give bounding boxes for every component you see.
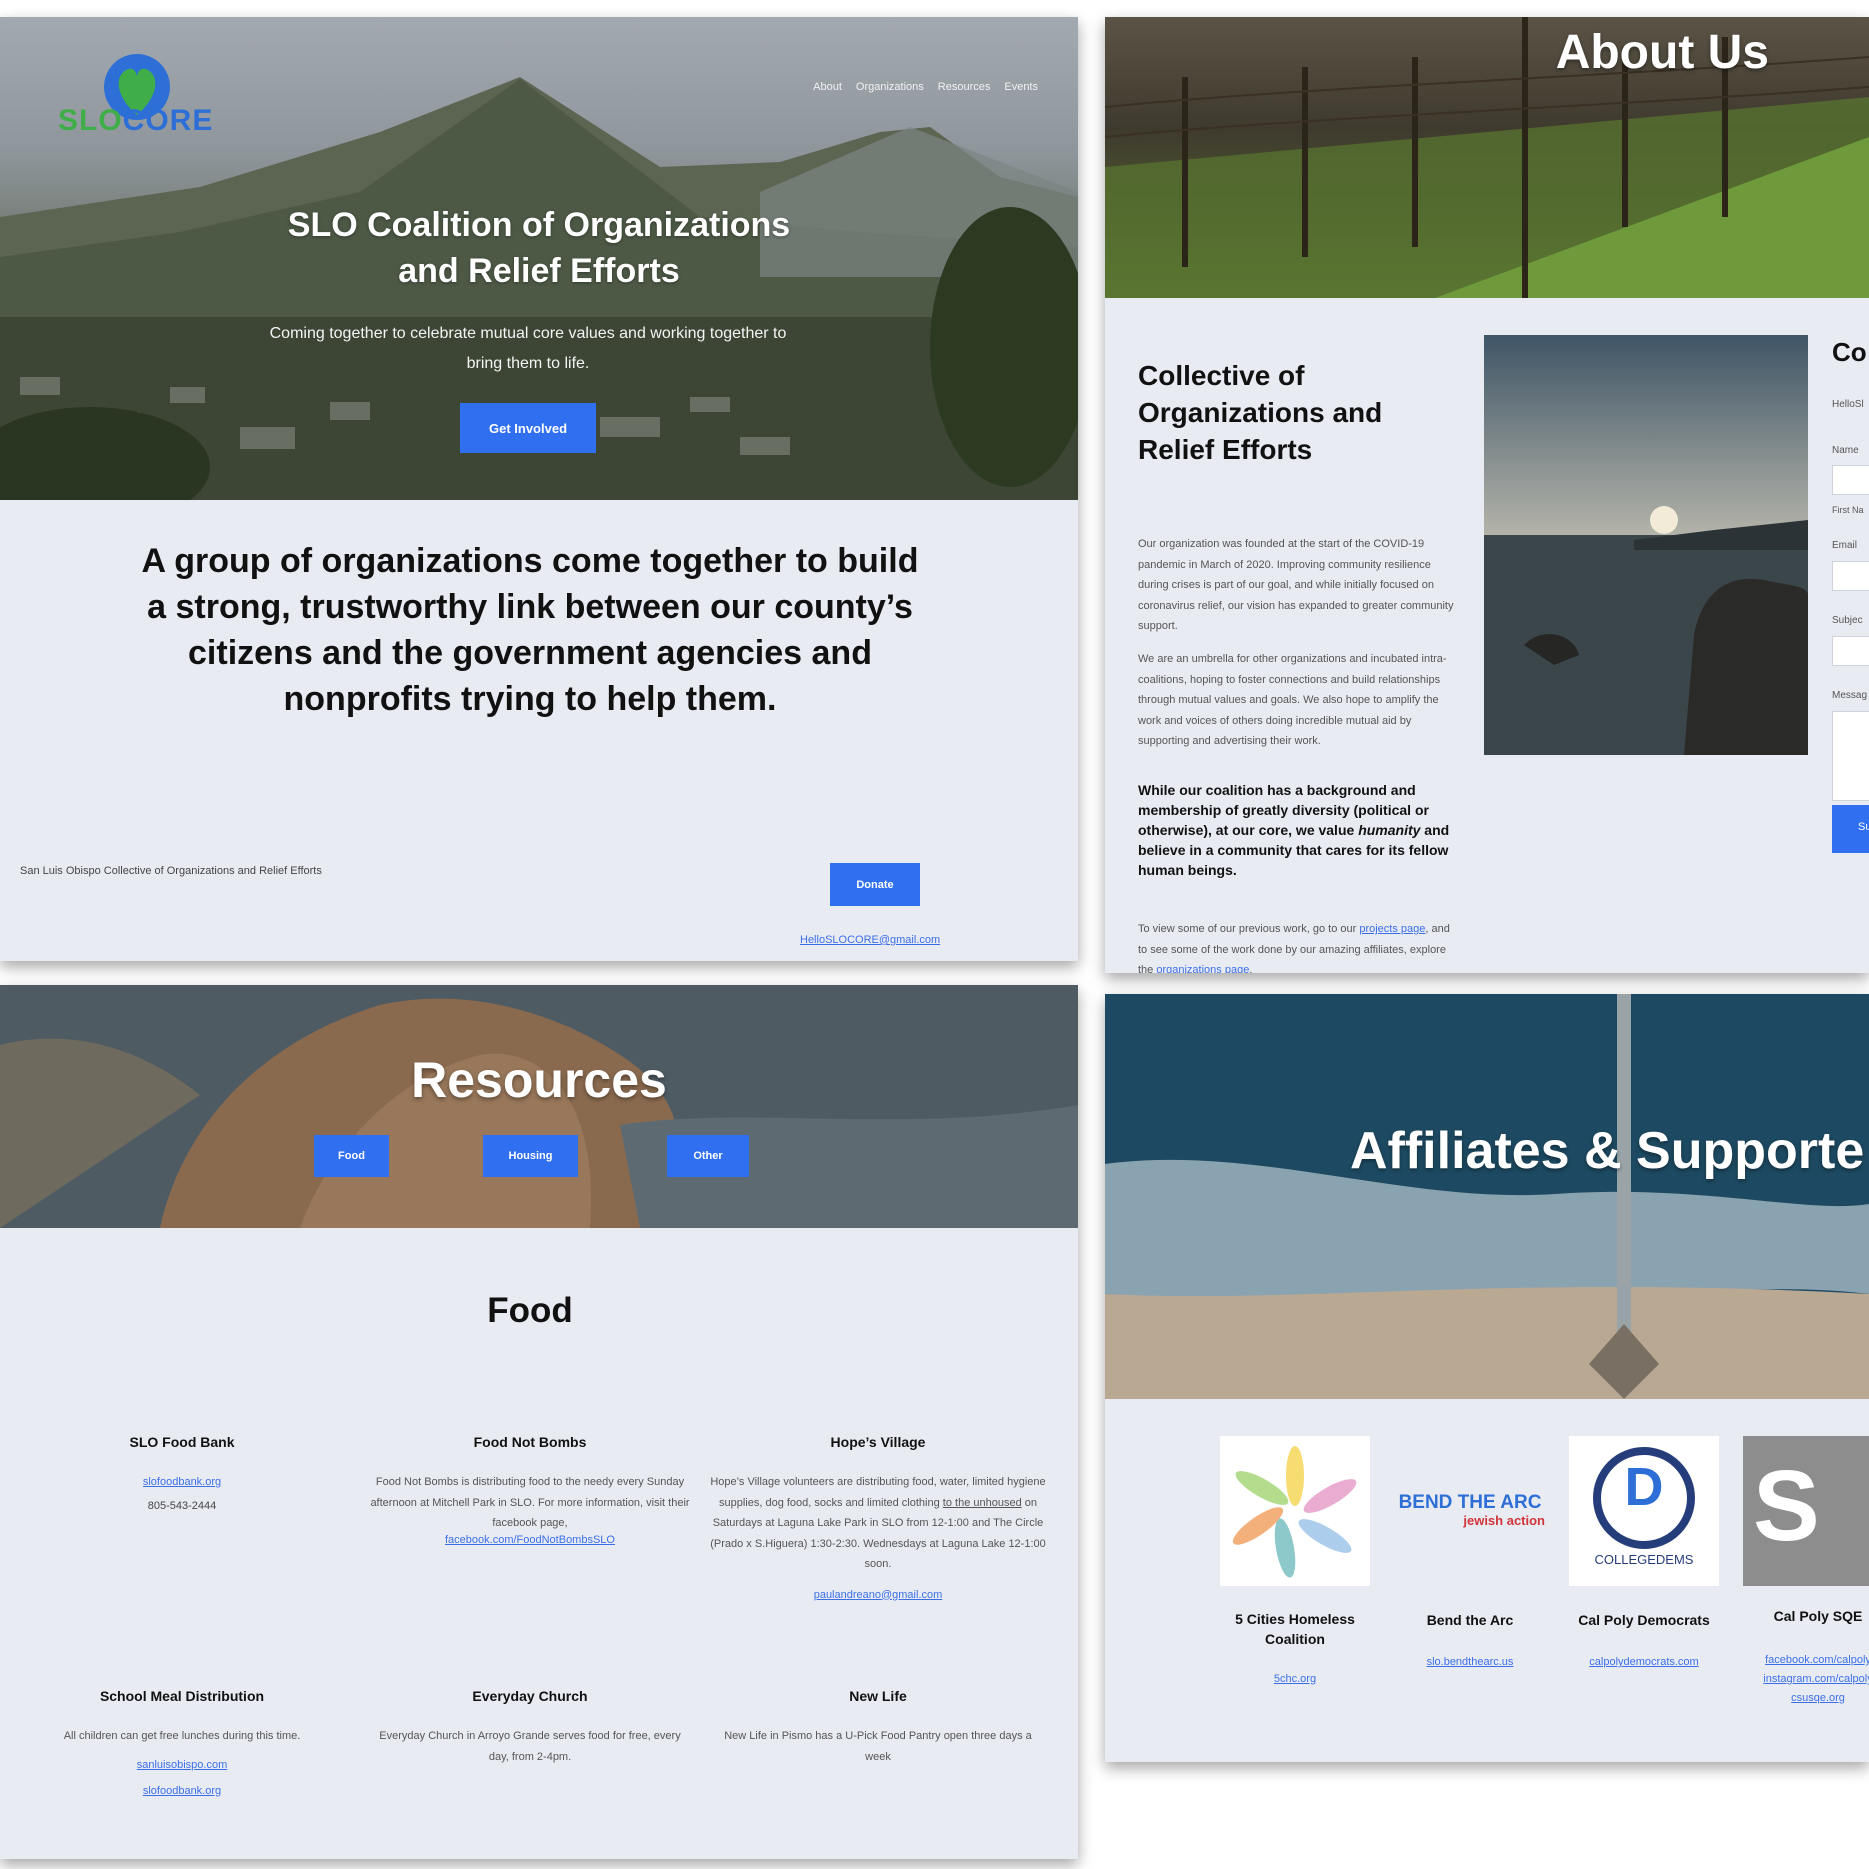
about-page-panel: About Us Collective of Organizations and…	[1105, 17, 1869, 973]
logo-top-text: BEND THE ARC	[1398, 1492, 1542, 1513]
about-heading: Collective of Organizations and Relief E…	[1138, 360, 1383, 465]
resource-name: Food Not Bombs	[473, 1434, 587, 1450]
affiliate-link-instagram[interactable]: instagram.com/calpoly	[1733, 1671, 1869, 1688]
resource-link[interactable]: slofoodbank.org	[12, 1476, 352, 1488]
logo-text: COLLEGEDEMS	[1594, 1552, 1694, 1567]
pier-aerial-hero-image: Affiliates & Supporte	[1105, 994, 1869, 1399]
about-links-paragraph: To view some of our previous work, go to…	[1138, 919, 1458, 973]
hero-title: SLO Coalition of Organizations and Relie…	[0, 202, 1078, 294]
resource-name: School Meal Distribution	[99, 1688, 265, 1704]
name-label: Name	[1832, 445, 1859, 456]
projects-page-link[interactable]: projects page	[1359, 923, 1425, 935]
links-text-3: .	[1249, 964, 1253, 973]
affiliate-name: Bend the Arc	[1426, 1612, 1514, 1628]
first-name-label: First Na	[1832, 505, 1864, 515]
resource-name: Hope’s Village	[830, 1434, 926, 1450]
resource-phone: 805-543-2444	[147, 1500, 217, 1512]
resource-link-1[interactable]: sanluisobispo.com	[12, 1759, 352, 1771]
affiliate-name: Cal Poly SQE	[1773, 1608, 1863, 1624]
first-name-input[interactable]	[1832, 465, 1869, 495]
affiliate-link-facebook[interactable]: facebook.com/calpoly	[1733, 1652, 1869, 1669]
nav-item-resources[interactable]: Resources	[938, 81, 991, 93]
bend-the-arc-logo-icon[interactable]: BEND THE ARC jewish action	[1395, 1436, 1545, 1586]
home-page-panel: SLOCORE About Organizations Resources Ev…	[0, 17, 1078, 961]
affiliates-title: Affiliates & Supporte	[1350, 1122, 1865, 1180]
logo-letter: D	[1624, 1457, 1664, 1517]
coastal-sunset-photo	[1484, 335, 1808, 755]
contact-email-text: HelloSl	[1832, 399, 1864, 410]
desc-underlined: to the unhoused	[942, 1496, 1022, 1509]
resource-description: Hope’s Village volunteers are distributi…	[708, 1472, 1048, 1575]
main-nav: About Organizations Resources Events	[813, 81, 1038, 93]
footer-org-name: San Luis Obispo Collective of Organizati…	[20, 865, 322, 877]
subject-label: Subjec	[1832, 615, 1863, 626]
about-paragraph-1: Our organization was founded at the star…	[1138, 538, 1454, 632]
hero-title-line-1: SLO Coalition of Organizations	[287, 206, 791, 244]
morro-rock-hero-image: Resources Food Housing Other	[0, 985, 1078, 1228]
resource-description: All children can get free lunches during…	[63, 1730, 301, 1742]
resource-link[interactable]: facebook.com/FoodNotBombsSLO	[360, 1534, 700, 1546]
nav-item-about[interactable]: About	[813, 81, 842, 93]
affiliate-name: 5 Cities Homeless Coalition	[1235, 1611, 1355, 1647]
resources-title: Resources	[411, 1052, 667, 1108]
resource-card-slo-food-bank: SLO Food Bank slofoodbank.org 805-543-24…	[12, 1434, 352, 1512]
hero-subtitle: Coming together to celebrate mutual core…	[269, 325, 787, 372]
resource-description: New Life in Pismo has a U-Pick Food Pant…	[724, 1730, 1032, 1763]
tab-food[interactable]: Food	[314, 1135, 389, 1177]
submit-button[interactable]: Su	[1832, 805, 1869, 853]
nav-item-events[interactable]: Events	[1004, 81, 1038, 93]
resource-card-new-life: New Life New Life in Pismo has a U-Pick …	[708, 1688, 1048, 1767]
resource-card-school-meal: School Meal Distribution All children ca…	[12, 1688, 352, 1797]
affiliate-name: Cal Poly Democrats	[1578, 1612, 1710, 1628]
resource-description: Food Not Bombs is distributing food to t…	[370, 1476, 690, 1529]
resource-card-food-not-bombs: Food Not Bombs Food Not Bombs is distrib…	[360, 1434, 700, 1546]
mission-statement: A group of organizations come together t…	[141, 542, 919, 718]
email-label: Email	[1832, 540, 1858, 551]
resource-link[interactable]: paulandreano@gmail.com	[708, 1589, 1048, 1601]
home-hero: SLOCORE About Organizations Resources Ev…	[0, 17, 1078, 500]
resource-link-2[interactable]: slofoodbank.org	[12, 1785, 352, 1797]
resource-name: New Life	[849, 1688, 907, 1704]
resources-page-panel: Resources Food Housing Other Food SLO Fo…	[0, 985, 1078, 1859]
message-label: Messag	[1832, 690, 1868, 701]
resource-card-everyday-church: Everyday Church Everyday Church in Arroy…	[360, 1688, 700, 1767]
resource-name: SLO Food Bank	[129, 1434, 235, 1450]
logo-slo-text: SLO	[58, 104, 123, 137]
footer-email-link[interactable]: HelloSLOCORE@gmail.com	[800, 934, 940, 946]
logo-core-text: CORE	[122, 104, 214, 137]
affiliate-link[interactable]: calpolydemocrats.com	[1559, 1654, 1729, 1671]
affiliate-link[interactable]: slo.bendthearc.us	[1385, 1654, 1555, 1671]
about-paragraph-2: We are an umbrella for other organizatio…	[1138, 653, 1447, 747]
values-emphasis: humanity	[1358, 822, 1421, 838]
about-values-statement: While our coalition has a background and…	[1138, 780, 1468, 880]
food-section-title: Food	[487, 1291, 573, 1330]
tab-housing[interactable]: Housing	[483, 1135, 578, 1177]
college-dems-logo-icon[interactable]: D COLLEGEDEMS	[1569, 1436, 1719, 1586]
nav-item-organizations[interactable]: Organizations	[856, 81, 924, 93]
tab-other[interactable]: Other	[667, 1135, 749, 1177]
get-involved-button[interactable]: Get Involved	[460, 403, 596, 453]
affiliates-page-panel: Affiliates & Supporte 5 Cities Homeless …	[1105, 994, 1869, 1762]
vineyard-hero-image: About Us	[1105, 17, 1869, 298]
resource-description: Everyday Church in Arroyo Grande serves …	[379, 1730, 681, 1763]
affiliate-link[interactable]: 5chc.org	[1210, 1671, 1380, 1688]
logo-text: S	[1753, 1450, 1820, 1562]
sqe-logo-icon[interactable]: S	[1743, 1436, 1869, 1586]
resource-name: Everyday Church	[472, 1688, 588, 1704]
affiliate-link-website[interactable]: csusqe.org	[1733, 1690, 1869, 1707]
message-textarea[interactable]	[1832, 711, 1869, 801]
hero-title-line-2: and Relief Efforts	[398, 252, 680, 290]
subject-input[interactable]	[1832, 636, 1869, 666]
five-cities-hands-logo-icon[interactable]	[1220, 1436, 1370, 1586]
email-input[interactable]	[1832, 561, 1869, 591]
contact-heading: Co	[1832, 337, 1867, 367]
donate-button[interactable]: Donate	[830, 863, 920, 906]
logo-wordmark[interactable]: SLOCORE	[58, 104, 213, 138]
links-text-1: To view some of our previous work, go to…	[1138, 923, 1360, 935]
organizations-page-link[interactable]: organizations page	[1156, 964, 1249, 973]
resource-card-hopes-village: Hope’s Village Hope’s Village volunteers…	[708, 1434, 1048, 1601]
about-title: About Us	[1555, 26, 1769, 79]
logo-bottom-text: jewish action	[1463, 1513, 1545, 1528]
